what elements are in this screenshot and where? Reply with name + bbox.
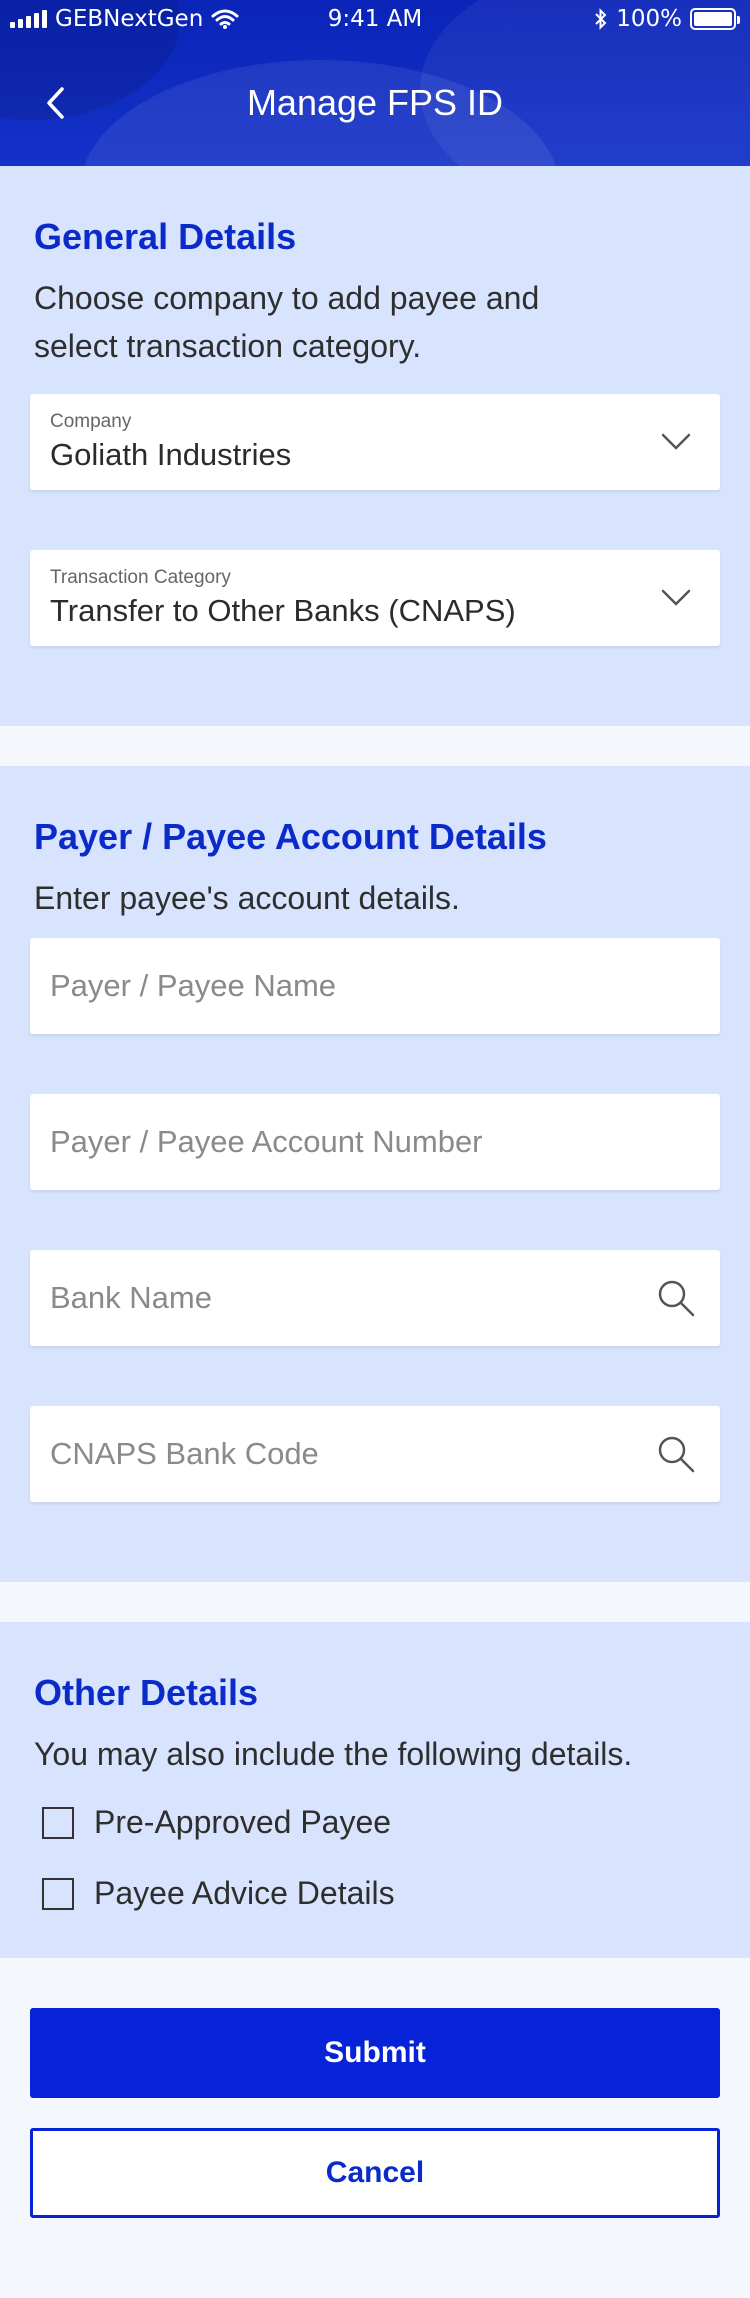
section-description: Choose company to add payee and select t… [34, 280, 540, 364]
battery-icon [690, 8, 740, 30]
company-label: Company [50, 411, 132, 432]
company-select[interactable]: Company Goliath Industries [30, 394, 720, 490]
section-description: You may also include the following detai… [34, 1736, 633, 1772]
section-divider [0, 1582, 750, 1622]
category-label: Transaction Category [50, 567, 231, 588]
battery-percent: 100% [616, 6, 682, 32]
status-bar: GEBNextGen 9:41 AM 100% [0, 0, 750, 40]
cnaps-code-field[interactable] [30, 1406, 720, 1502]
app-header: GEBNextGen 9:41 AM 100% Manage FPS ID [0, 0, 750, 166]
account-number-input[interactable] [50, 1124, 650, 1160]
payee-advice-details-option[interactable]: Payee Advice Details [42, 1875, 708, 1912]
other-details-section: Other Details You may also include the f… [0, 1622, 750, 1958]
cancel-button[interactable]: Cancel [30, 2128, 720, 2218]
action-bar: Submit Cancel [0, 1958, 750, 2258]
page-title: Manage FPS ID [246, 82, 504, 123]
company-value: Goliath Industries [50, 437, 292, 472]
section-title: Other Details [34, 1672, 259, 1713]
section-title: General Details [34, 216, 297, 257]
pre-approved-payee-checkbox[interactable] [42, 1806, 74, 1839]
checkbox-label: Payee Advice Details [94, 1875, 395, 1911]
search-icon[interactable] [654, 1276, 698, 1320]
pre-approved-payee-option[interactable]: Pre-Approved Payee [42, 1804, 708, 1841]
transaction-category-select[interactable]: Transaction Category Transfer to Other B… [30, 550, 720, 646]
general-details-section: General Details Choose company to add pa… [0, 166, 750, 726]
account-details-section: Payer / Payee Account Details Enter paye… [0, 766, 750, 1582]
payee-name-field[interactable] [30, 938, 720, 1034]
chevron-down-icon [654, 420, 698, 464]
category-value: Transfer to Other Banks (CNAPS) [50, 593, 516, 628]
bank-name-input[interactable] [50, 1280, 610, 1316]
search-icon[interactable] [654, 1432, 698, 1476]
checkbox-label: Pre-Approved Payee [94, 1804, 392, 1840]
chevron-down-icon [654, 576, 698, 620]
cnaps-code-input[interactable] [50, 1436, 610, 1472]
bluetooth-icon [595, 8, 607, 30]
account-number-field[interactable] [30, 1094, 720, 1190]
nav-bar: Manage FPS ID [0, 60, 750, 150]
payee-name-input[interactable] [50, 968, 650, 1004]
section-description: Enter payee's account details. [34, 880, 460, 916]
section-divider [0, 726, 750, 766]
bank-name-field[interactable] [30, 1250, 720, 1346]
payee-advice-details-checkbox[interactable] [42, 1877, 74, 1910]
section-title: Payer / Payee Account Details [34, 816, 547, 857]
submit-button[interactable]: Submit [30, 2008, 720, 2098]
